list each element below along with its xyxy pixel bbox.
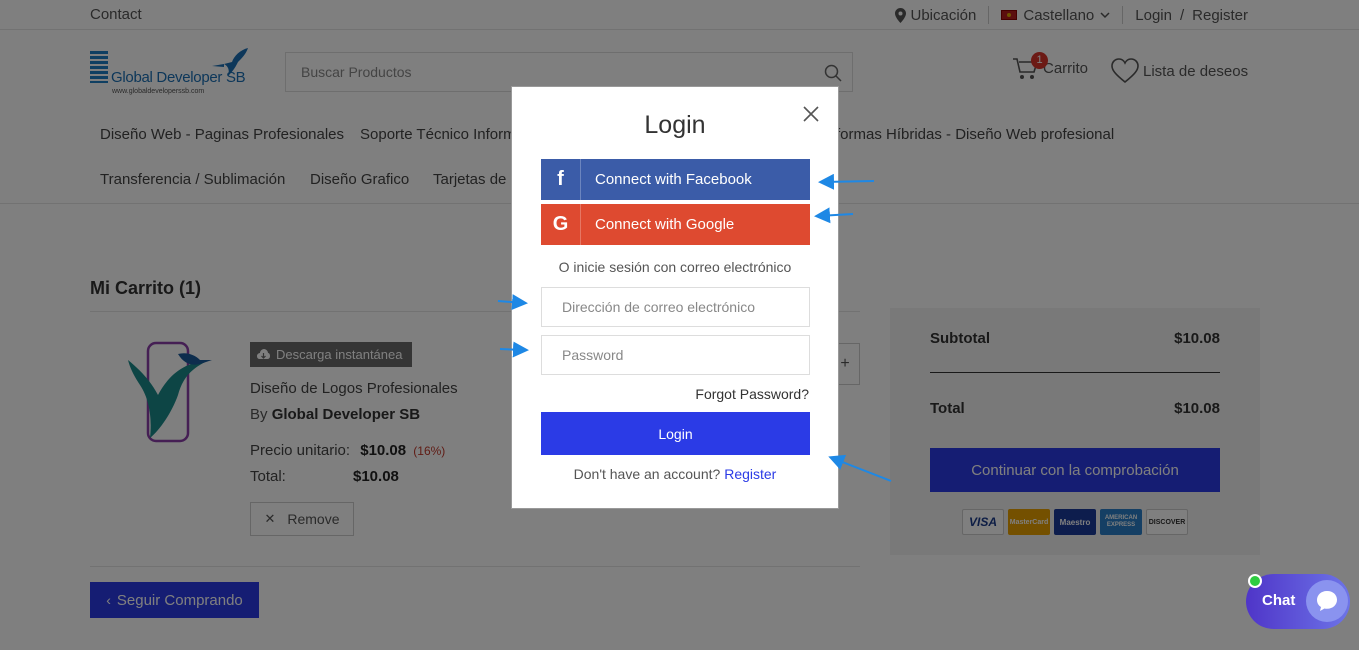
chat-widget-button[interactable]: Chat bbox=[1246, 574, 1350, 629]
modal-register-link[interactable]: Register bbox=[724, 466, 776, 482]
chat-label: Chat bbox=[1262, 592, 1296, 609]
modal-title: Login bbox=[644, 111, 706, 139]
email-login-hint: O inicie sesión con correo electrónico bbox=[558, 259, 792, 275]
login-submit-button[interactable]: Login bbox=[541, 412, 810, 455]
password-field[interactable] bbox=[541, 335, 810, 375]
login-modal: Login f Connect with Facebook G Connect … bbox=[511, 86, 839, 509]
chat-bubble-icon bbox=[1306, 580, 1348, 622]
facebook-label: Connect with Facebook bbox=[595, 171, 752, 188]
google-label: Connect with Google bbox=[595, 216, 735, 233]
facebook-login-button[interactable]: f Connect with Facebook bbox=[541, 159, 810, 200]
register-prompt: Don't have an account? Register bbox=[512, 466, 838, 482]
email-field[interactable] bbox=[541, 287, 810, 327]
online-status-dot bbox=[1248, 574, 1262, 588]
google-icon: G bbox=[541, 204, 581, 245]
facebook-icon: f bbox=[541, 159, 581, 200]
google-login-button[interactable]: G Connect with Google bbox=[541, 204, 810, 245]
forgot-password-link[interactable]: Forgot Password? bbox=[695, 386, 809, 402]
no-account-text: Don't have an account? bbox=[573, 466, 721, 482]
